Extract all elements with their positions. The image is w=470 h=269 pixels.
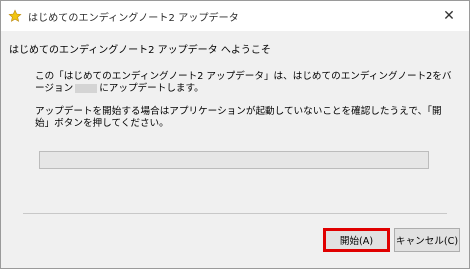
instruction-paragraph: アップデートを開始する場合はアプリケーションが起動していないことを確認したうえで… xyxy=(35,106,442,129)
progress-bar xyxy=(39,151,429,169)
cancel-button[interactable]: キャンセル(C) xyxy=(394,228,460,252)
close-button[interactable]: ✕ xyxy=(429,1,469,31)
close-icon: ✕ xyxy=(443,8,455,24)
divider xyxy=(23,213,447,214)
star-icon xyxy=(7,8,23,24)
description-text-end: にアップデートします。 xyxy=(99,83,204,94)
redacted-version xyxy=(75,83,98,93)
welcome-heading: はじめてのエンディングノート2 アップデータ へようこそ xyxy=(9,45,271,56)
description-text-start: この「はじめてのエンディングノート2 アップデータ」は、はじめてのエンディングノ… xyxy=(35,71,452,94)
start-button[interactable]: 開始(A) xyxy=(323,228,390,252)
updater-window: はじめてのエンディングノート2 アップデータ ✕ はじめてのエンディングノート2… xyxy=(0,0,470,269)
title-bar[interactable]: はじめてのエンディングノート2 アップデータ ✕ xyxy=(1,1,469,31)
window-title: はじめてのエンディングノート2 アップデータ xyxy=(28,12,239,24)
content-area: はじめてのエンディングノート2 アップデータ へようこそ この「はじめてのエンデ… xyxy=(1,31,469,213)
description-paragraph: この「はじめてのエンディングノート2 アップデータ」は、はじめてのエンディングノ… xyxy=(35,71,455,95)
